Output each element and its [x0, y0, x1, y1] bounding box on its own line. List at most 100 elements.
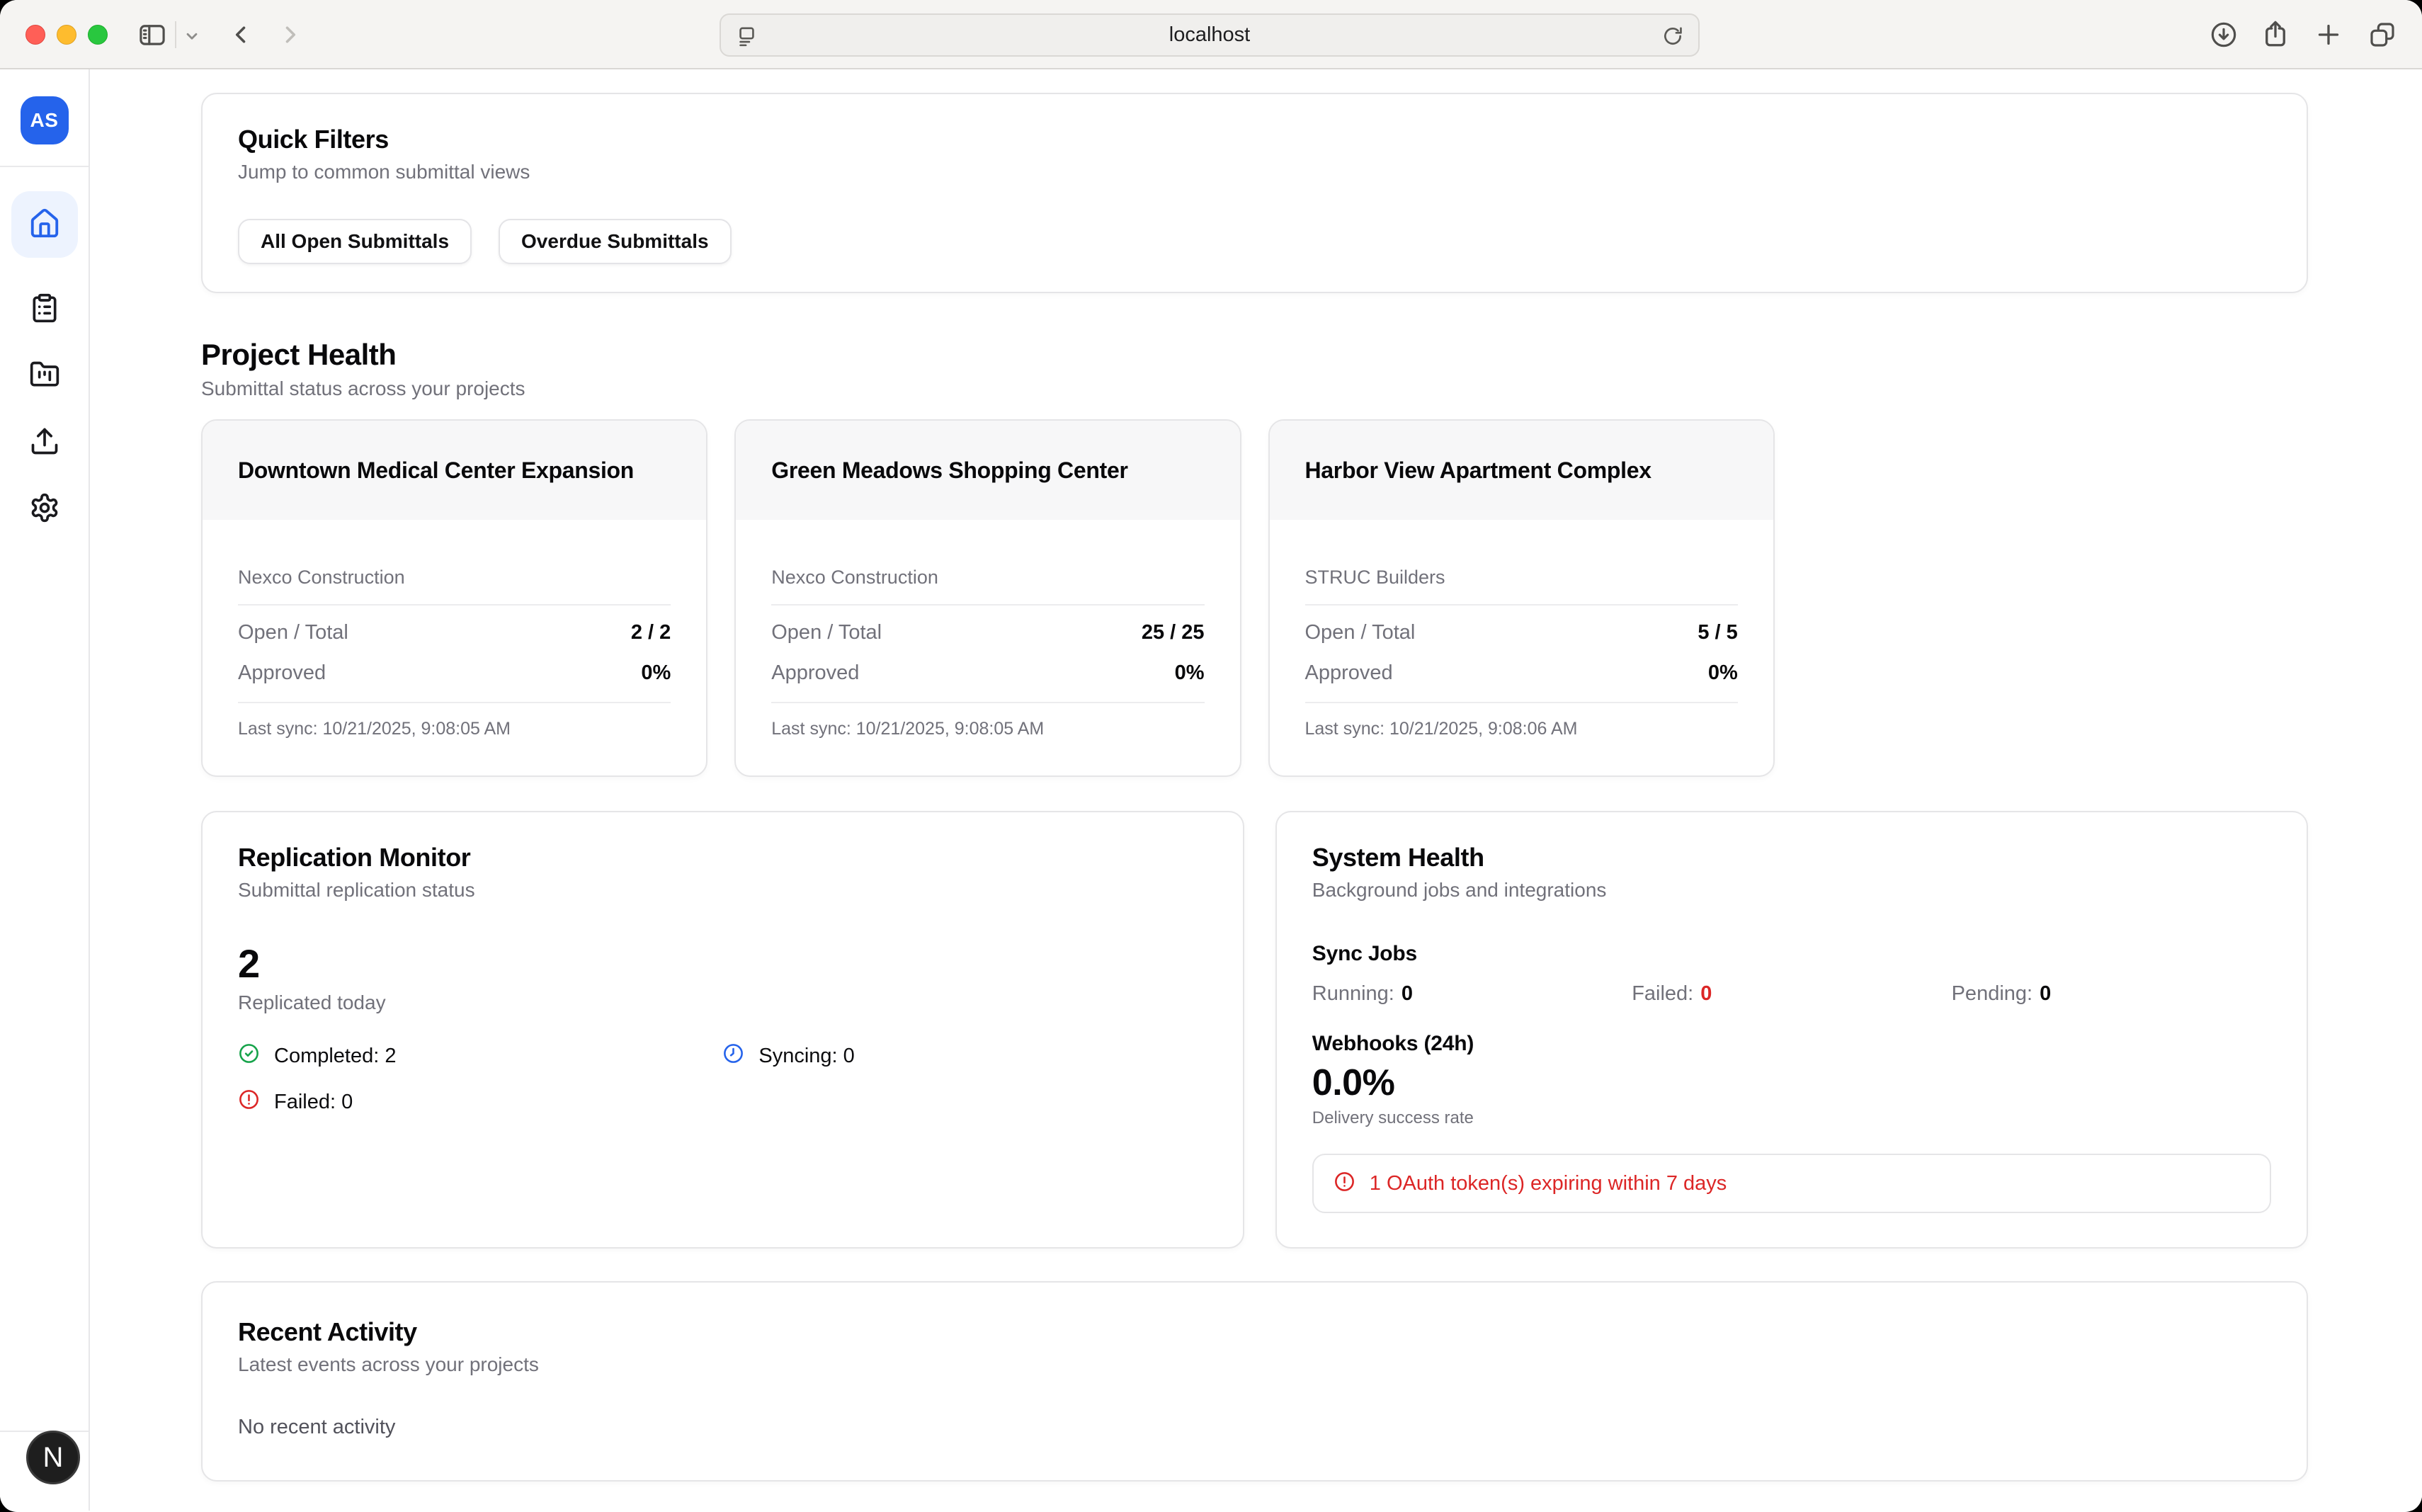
webhooks-caption: Delivery success rate — [1312, 1108, 2271, 1128]
replication-monitor-subtitle: Submittal replication status — [238, 878, 1207, 902]
chevron-down-icon[interactable] — [183, 27, 201, 45]
tab-overview-icon[interactable] — [2368, 21, 2397, 49]
project-card-body: Nexco Construction Open / Total 25 / 25 … — [736, 520, 1239, 739]
replication-status-grid: Completed: 2 Syncing: 0 Failed: 0 — [238, 1042, 1207, 1116]
sidebar-item-projects[interactable] — [11, 360, 78, 391]
sidebar-item-home[interactable] — [11, 191, 78, 258]
project-company: Nexco Construction — [771, 567, 1204, 589]
system-health-title: System Health — [1312, 842, 2271, 872]
quick-filters-card: Quick Filters Jump to common submittal v… — [201, 93, 2308, 293]
divider — [1305, 604, 1738, 606]
system-health-card: System Health Background jobs and integr… — [1275, 811, 2308, 1249]
divider — [238, 604, 671, 606]
project-title: Downtown Medical Center Expansion — [238, 457, 634, 484]
sidebar-toggle-icon[interactable] — [137, 20, 167, 50]
sidebar-divider — [0, 166, 89, 167]
sidebar-item-submittals[interactable] — [11, 293, 78, 324]
share-icon[interactable] — [2261, 19, 2290, 49]
monitor-row: Replication Monitor Submittal replicatio… — [201, 811, 2308, 1249]
circle-alert-icon — [1334, 1171, 1355, 1196]
forward-button[interactable] — [278, 22, 303, 47]
overdue-submittals-button[interactable]: Overdue Submittals — [499, 219, 732, 264]
open-total-label: Open / Total — [238, 621, 348, 644]
zoom-window-button[interactable] — [88, 25, 108, 45]
approved-label: Approved — [771, 661, 859, 685]
last-sync-text: Last sync: 10/21/2025, 9:08:05 AM — [238, 719, 671, 739]
back-button[interactable] — [228, 22, 254, 47]
main-content: Quick Filters Jump to common submittal v… — [90, 69, 2422, 1511]
project-card[interactable]: Downtown Medical Center Expansion Nexco … — [201, 419, 707, 777]
url-text: localhost — [1169, 23, 1250, 47]
last-sync-text: Last sync: 10/21/2025, 9:08:06 AM — [1305, 719, 1738, 739]
syncing-status: Syncing: 0 — [722, 1042, 1207, 1070]
project-health-section-header: Project Health Submittal status across y… — [201, 337, 2308, 401]
approved-row: Approved 0% — [238, 661, 671, 685]
project-health-heading: Project Health — [201, 337, 2308, 373]
approved-row: Approved 0% — [771, 661, 1204, 685]
running-jobs: Running: 0 — [1312, 982, 1632, 1006]
project-card-header: Green Meadows Shopping Center — [736, 421, 1239, 520]
completed-status: Completed: 2 — [238, 1042, 722, 1070]
new-tab-icon[interactable] — [2314, 21, 2343, 49]
browser-window: localhost AS — [0, 0, 2422, 1512]
project-card-header: Downtown Medical Center Expansion — [203, 421, 706, 520]
all-open-submittals-button[interactable]: All Open Submittals — [238, 219, 472, 264]
project-card[interactable]: Green Meadows Shopping Center Nexco Cons… — [734, 419, 1241, 777]
failed-label: Failed: — [1632, 982, 1693, 1005]
project-company: STRUC Builders — [1305, 567, 1738, 589]
sync-jobs-grid: Running: 0 Failed: 0 Pending:0 — [1312, 982, 2271, 1006]
syncing-text: Syncing: 0 — [758, 1045, 854, 1068]
system-health-subtitle: Background jobs and integrations — [1312, 878, 2271, 902]
quick-filters-buttons: All Open Submittals Overdue Submittals — [238, 219, 2271, 264]
failed-value: 0 — [1700, 982, 1712, 1005]
approved-row: Approved 0% — [1305, 661, 1738, 685]
folder-kanban-icon — [29, 359, 60, 392]
pending-jobs: Pending:0 — [1952, 982, 2271, 1006]
clipboard-list-icon — [29, 292, 60, 326]
failed-status: Failed: 0 — [238, 1088, 722, 1116]
sidebar-item-export[interactable] — [11, 426, 78, 457]
home-icon — [28, 208, 61, 242]
circle-check-icon — [238, 1042, 260, 1070]
completed-text: Completed: 2 — [274, 1045, 397, 1068]
quick-filters-title: Quick Filters — [238, 124, 2271, 154]
divider — [1305, 702, 1738, 703]
recent-activity-empty: No recent activity — [238, 1416, 2271, 1439]
replicated-count: 2 — [238, 941, 1207, 987]
open-total-value: 2 / 2 — [631, 621, 671, 644]
address-bar[interactable]: localhost — [720, 13, 1700, 57]
avatar[interactable]: AS — [21, 96, 69, 144]
replicated-caption: Replicated today — [238, 991, 1207, 1014]
project-card-body: Nexco Construction Open / Total 2 / 2 Ap… — [203, 520, 706, 739]
approved-value: 0% — [641, 661, 671, 685]
approved-label: Approved — [238, 661, 326, 685]
recent-activity-subtitle: Latest events across your projects — [238, 1353, 2271, 1376]
webhooks-heading: Webhooks (24h) — [1312, 1031, 2271, 1057]
reload-icon[interactable] — [1661, 25, 1684, 47]
upload-icon — [29, 426, 60, 459]
open-total-label: Open / Total — [1305, 621, 1416, 644]
clock-icon — [722, 1042, 744, 1070]
downloads-icon[interactable] — [2210, 21, 2238, 49]
failed-text: Failed: 0 — [274, 1091, 353, 1114]
running-value: 0 — [1402, 982, 1413, 1005]
running-label: Running: — [1312, 982, 1394, 1005]
divider — [238, 702, 671, 703]
close-window-button[interactable] — [25, 25, 45, 45]
project-title: Harbor View Apartment Complex — [1305, 457, 1651, 484]
page-settings-icon[interactable] — [735, 25, 758, 48]
open-total-row: Open / Total 2 / 2 — [238, 621, 671, 644]
sidebar-item-settings[interactable] — [11, 493, 78, 524]
open-total-row: Open / Total 5 / 5 — [1305, 621, 1738, 644]
project-card[interactable]: Harbor View Apartment Complex STRUC Buil… — [1268, 419, 1775, 777]
recent-activity-title: Recent Activity — [238, 1317, 2271, 1347]
sync-jobs-heading: Sync Jobs — [1312, 941, 2271, 967]
approved-value: 0% — [1708, 661, 1738, 685]
open-total-value: 25 / 25 — [1142, 621, 1205, 644]
nextjs-devtools-button[interactable]: N — [26, 1431, 80, 1484]
project-health-subtitle: Submittal status across your projects — [201, 377, 2308, 401]
open-total-label: Open / Total — [771, 621, 882, 644]
approved-value: 0% — [1175, 661, 1205, 685]
divider — [771, 702, 1204, 703]
minimize-window-button[interactable] — [57, 25, 76, 45]
